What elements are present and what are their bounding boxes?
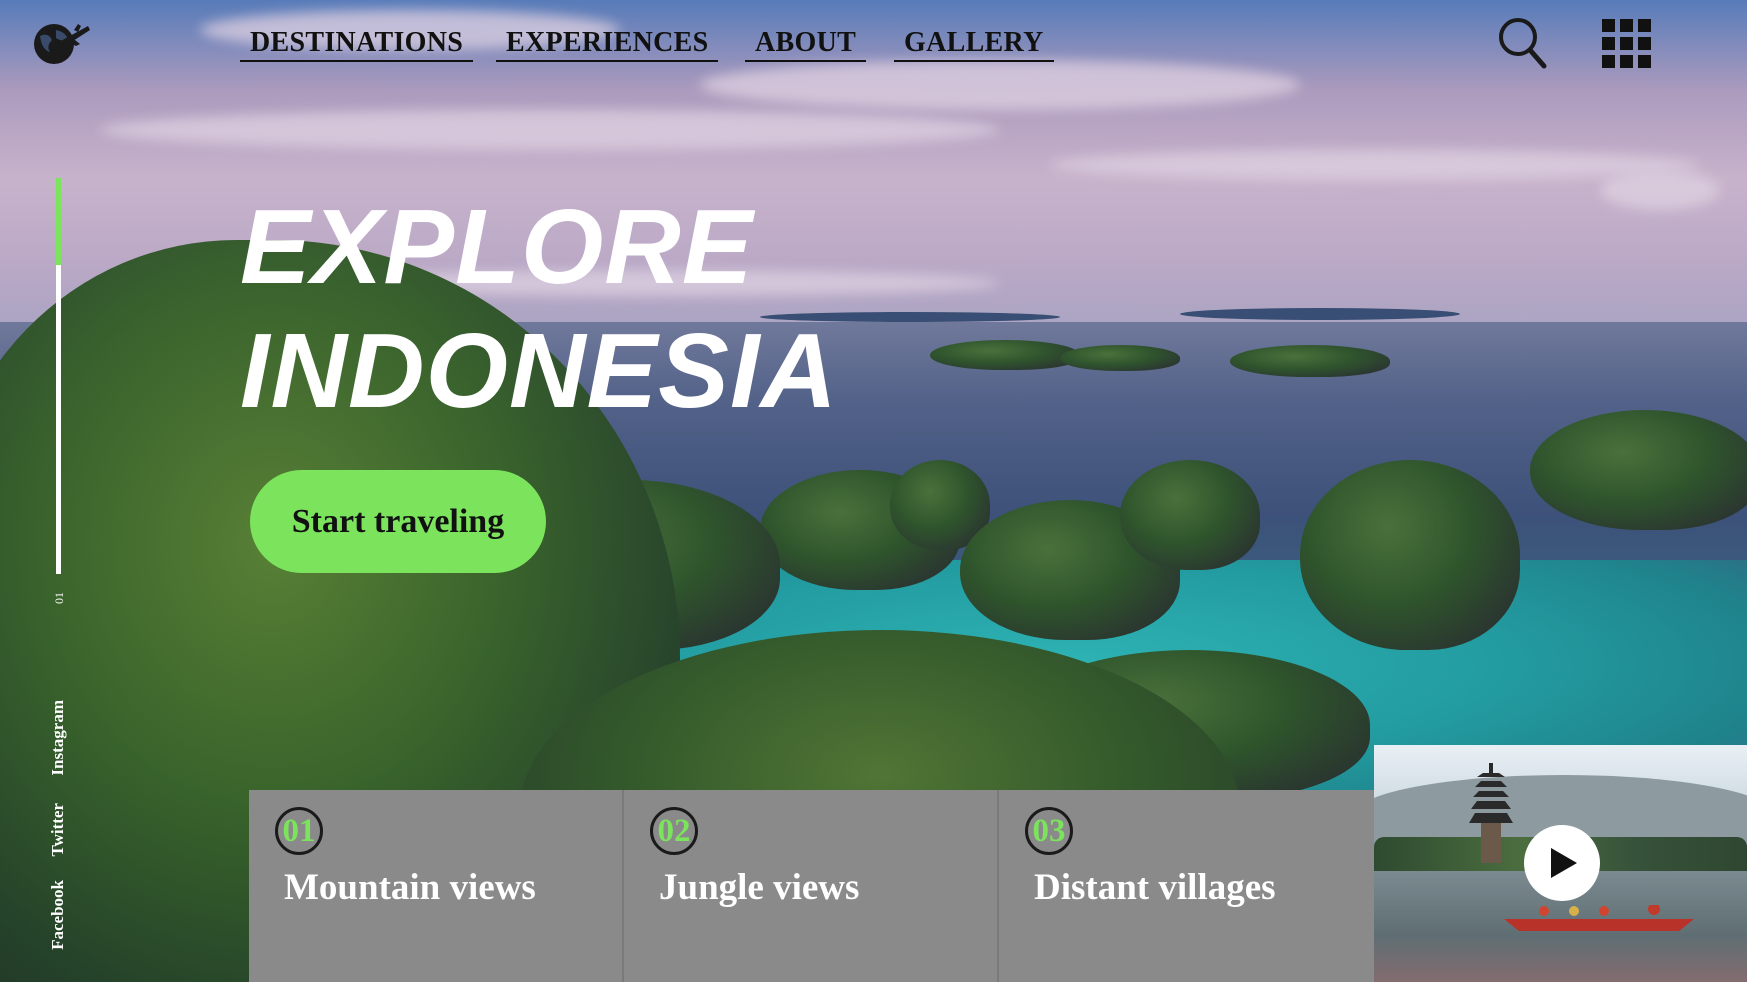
hero-title-line2: INDONESIA <box>240 312 838 430</box>
slide-number: 01 <box>52 592 66 604</box>
logo[interactable] <box>30 18 92 68</box>
grid-menu-icon <box>1602 19 1651 68</box>
globe-airplane-icon <box>34 24 90 64</box>
feature-card-title: Distant villages <box>1034 867 1276 908</box>
nav-link-destinations[interactable]: DESTINATIONS <box>240 26 474 62</box>
feature-card-number: 03 <box>1025 807 1073 855</box>
slide-progress-fill <box>56 178 61 266</box>
nav-link-about[interactable]: ABOUT <box>745 26 867 62</box>
social-link-twitter[interactable]: Twitter <box>48 803 68 857</box>
start-traveling-button[interactable]: Start traveling <box>250 470 546 573</box>
boat-illustration <box>1504 905 1694 931</box>
play-icon <box>1551 848 1577 878</box>
search-button[interactable] <box>1498 16 1548 70</box>
feature-card-mountain-views[interactable]: 01 Mountain views <box>249 790 624 982</box>
video-thumbnail[interactable] <box>1374 745 1747 982</box>
grid-menu-button[interactable] <box>1601 18 1653 70</box>
search-icon <box>1499 18 1547 69</box>
feature-card-title: Jungle views <box>659 867 860 908</box>
feature-card-jungle-views[interactable]: 02 Jungle views <box>624 790 999 982</box>
social-link-instagram[interactable]: Instagram <box>48 700 68 776</box>
temple-illustration <box>1469 763 1513 863</box>
nav-link-gallery[interactable]: GALLERY <box>894 26 1054 62</box>
social-links: Instagram Twitter Facebook <box>48 700 72 964</box>
feature-cards: 01 Mountain views 02 Jungle views 03 Dis… <box>249 790 1374 982</box>
feature-card-distant-villages[interactable]: 03 Distant villages <box>999 790 1374 982</box>
hero-title-line1: EXPLORE <box>240 188 754 306</box>
slide-progress-bar <box>56 178 61 574</box>
play-button[interactable] <box>1524 825 1600 901</box>
hero-title: EXPLORE INDONESIA <box>240 185 838 433</box>
feature-card-number: 01 <box>275 807 323 855</box>
nav-link-experiences[interactable]: EXPERIENCES <box>496 26 719 62</box>
feature-card-number: 02 <box>650 807 698 855</box>
social-link-facebook[interactable]: Facebook <box>48 880 68 950</box>
feature-card-title: Mountain views <box>284 867 536 908</box>
